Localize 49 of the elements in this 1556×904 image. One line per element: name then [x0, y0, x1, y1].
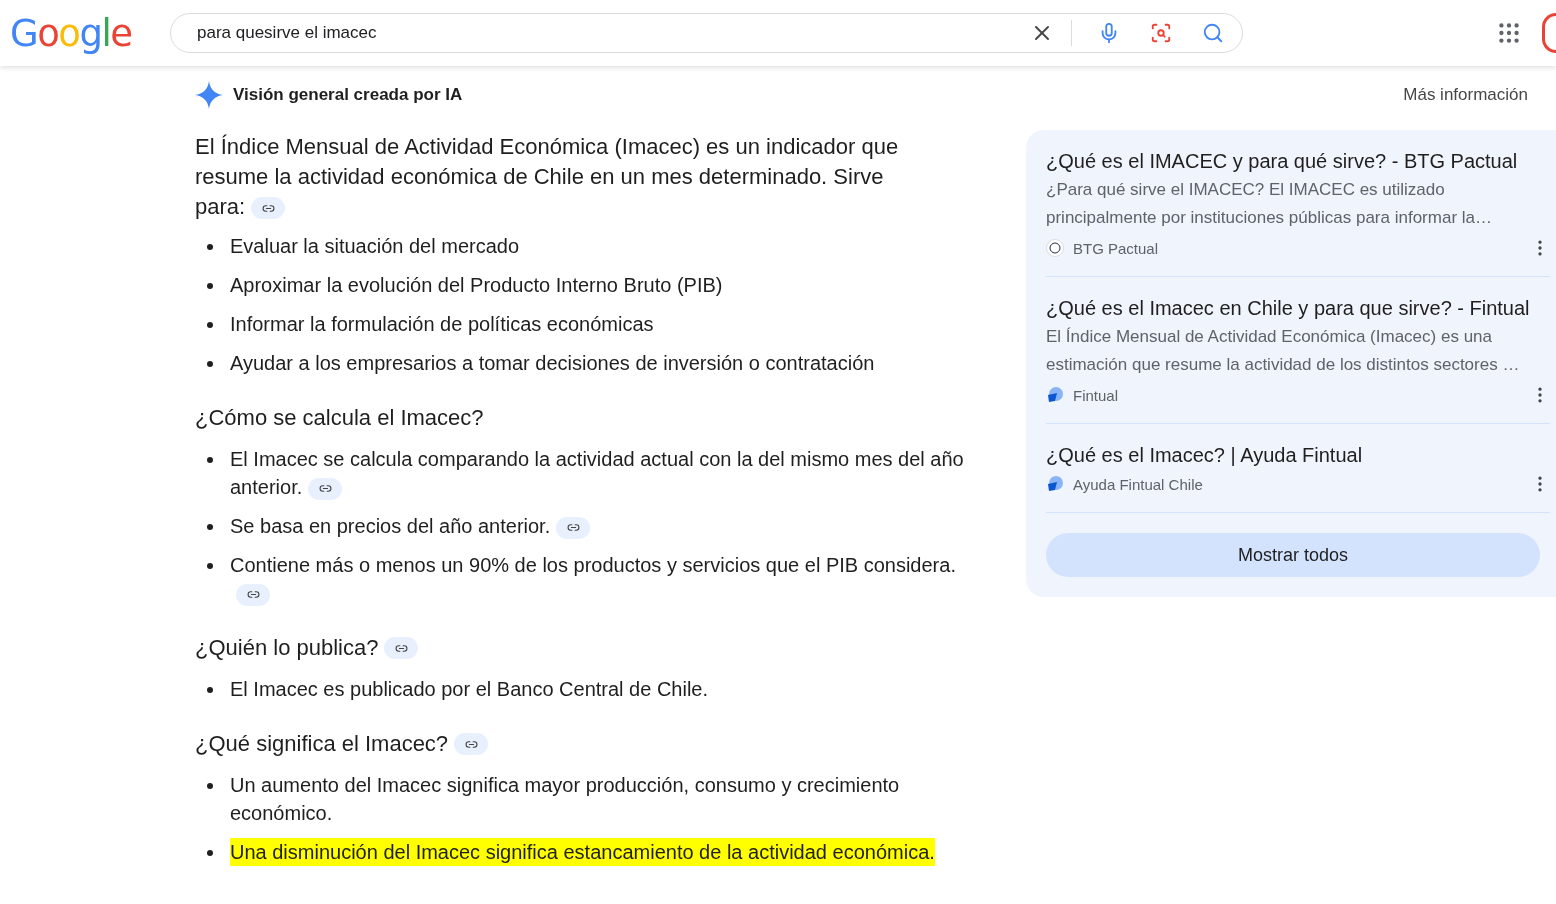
overview-title: Visión general creada por IA [233, 85, 463, 105]
apps-grid-icon[interactable] [1496, 20, 1522, 46]
bullet-icon [207, 361, 213, 367]
section-heading: ¿Qué significa el Imacec? [195, 731, 449, 757]
sparkle-icon [195, 81, 223, 109]
source-title[interactable]: ¿Qué es el Imacec en Chile y para que sirve? - Fintual [1046, 295, 1550, 321]
search-input[interactable]: para quesirve el imacec [195, 22, 1005, 44]
bullet-text: Ayudar a los empresarios a tomar decisiones de inversión o contratación [230, 351, 875, 376]
bullet-icon [207, 244, 213, 250]
link-chip[interactable] [384, 637, 419, 659]
bullet-text: Evaluar la situación del mercado [230, 234, 520, 259]
site-logo-icon [1046, 386, 1064, 404]
bullet-icon [207, 524, 213, 530]
bullet-text: Aproximar la evolución del Producto Interno Bruto (PIB) [230, 273, 723, 298]
show-all-button[interactable]: Mostrar todos [1046, 533, 1540, 577]
source-snippet: ¿Para qué sirve el IMACEC? El IMACEC es utilizado principalmente por instituciones públicas para informar la… [1046, 179, 1493, 229]
bullet-text: El Imacec se calcula comparando la actividad actual con la del mismo mes del año anterior. [230, 447, 965, 501]
source-site: BTG Pactual [1073, 239, 1159, 257]
google-logo[interactable]: Google [10, 11, 170, 55]
source-site: Ayuda Fintual Chile [1073, 475, 1203, 493]
bullet-icon [207, 687, 213, 693]
avatar-ring[interactable] [1542, 13, 1556, 53]
bullet-icon [207, 850, 213, 856]
link-chip[interactable] [454, 733, 489, 755]
source-title[interactable]: ¿Qué es el Imacec? | Ayuda Fintual [1046, 442, 1550, 468]
source-title[interactable]: ¿Qué es el IMACEC y para qué sirve? - BTG Pactual [1046, 148, 1550, 174]
bullet-text: Una disminución del Imacec significa estancamiento de la actividad económica. [230, 838, 935, 866]
intro-paragraph: El Índice Mensual de Actividad Económica (Imacec) es un indicador que resume la actividad económica de Chile en un mes determinado. Sirve para: [195, 133, 900, 222]
source-site: Fintual [1073, 386, 1119, 404]
section-heading: ¿Cómo se calcula el Imacec? [195, 405, 484, 431]
link-chip[interactable] [308, 477, 343, 500]
source-snippet: El Índice Mensual de Actividad Económica (Imacec) es una estimación que resume la actividad de los distintos sectores … [1046, 326, 1521, 376]
bullet-icon [207, 783, 213, 789]
bullet-icon [207, 457, 213, 463]
bullet-icon [207, 563, 213, 569]
link-chip[interactable] [251, 197, 286, 220]
bullet-icon [207, 283, 213, 289]
bullet-text: Contiene más o menos un 90% de los productos y servicios que el PIB considera. [230, 551, 970, 607]
more-info-link[interactable]: Más información [1403, 84, 1528, 106]
bullet-text: El Imacec es publicado por el Banco Central de Chile. [230, 677, 709, 702]
bullet-text: Se basa en precios del año anterior. [230, 512, 591, 540]
bullet-text: Informar la formulación de políticas económicas [230, 312, 654, 337]
link-chip[interactable] [236, 583, 270, 606]
link-chip[interactable] [556, 516, 591, 539]
bullet-icon [207, 322, 213, 328]
bullet-text: Un aumento del Imacec significa mayor producción, consumo y crecimiento económico. [230, 773, 901, 826]
site-logo-icon [1046, 239, 1064, 257]
section-heading: ¿Quién lo publica? [195, 635, 379, 661]
site-logo-icon [1046, 475, 1064, 493]
